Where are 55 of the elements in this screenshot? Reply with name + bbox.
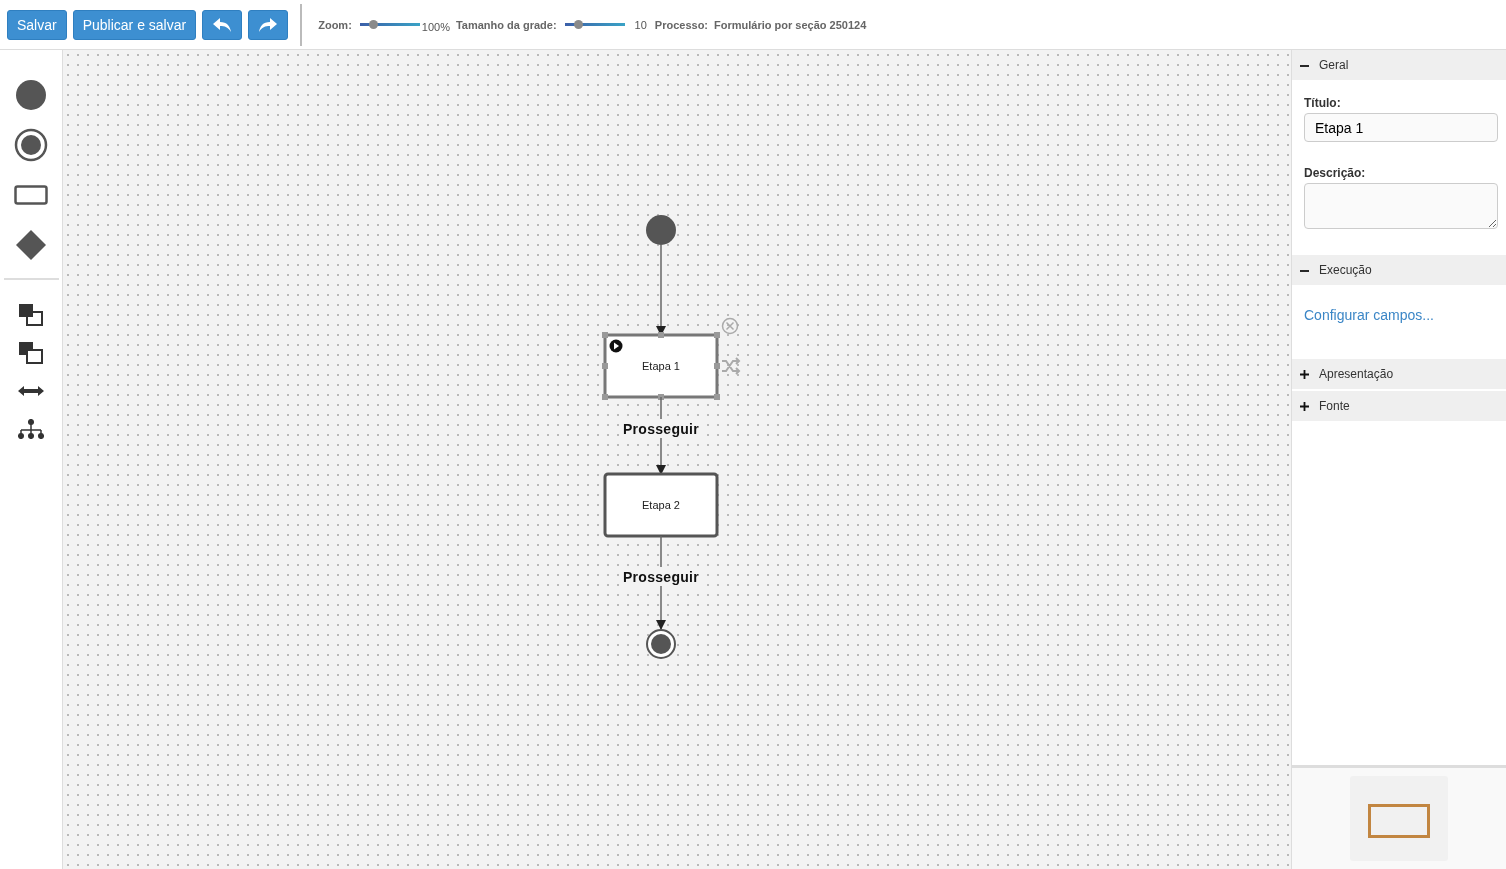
diamond-icon[interactable] [16,230,46,260]
end-event-icon[interactable] [14,128,48,162]
task-label: Etapa 2 [642,499,680,511]
task-label: Etapa 1 [642,360,680,372]
configure-fields-link[interactable]: Configurar campos... [1304,307,1434,323]
resize-handle[interactable] [714,394,720,400]
field-label: Título: [1304,96,1342,110]
start-event[interactable] [646,215,676,245]
title-field[interactable]: Etapa 1 [1304,113,1498,142]
bring-to-front-icon[interactable] [18,303,44,327]
description-field[interactable] [1304,183,1498,229]
section-header[interactable]: Apresentação [1292,359,1506,391]
section-header[interactable]: Execução [1292,255,1506,287]
slider[interactable] [359,23,420,26]
field-label: Descrição: [1304,166,1367,180]
resize-handle[interactable] [714,363,720,369]
section-title: Geral [1319,58,1349,72]
process-label: Processo: [654,18,709,31]
undo-button[interactable] [202,9,243,40]
connector-label: Prosseguir [622,421,700,437]
redo-icon [258,16,279,33]
task-node[interactable] [603,472,719,538]
plus-icon [1300,369,1309,379]
horizontal-arrows-icon[interactable] [18,386,44,396]
minimap-viewport[interactable] [1368,804,1430,838]
rectangle-icon[interactable] [14,185,48,205]
diagram-canvas[interactable]: Etapa 1 Prosseguir Etapa 2 Prosseguir [63,50,1291,869]
minimap[interactable] [1350,776,1448,861]
grid-size-value: 10 [634,18,647,31]
section-title: Execução [1319,263,1372,277]
connector-label: Prosseguir [622,569,700,585]
section-header[interactable]: Geral [1292,50,1506,82]
section-title: Apresentação [1319,367,1394,381]
section-header[interactable]: Fonte [1292,391,1506,423]
zoom-label: Zoom: [318,18,352,31]
zoom-value: 100% [421,20,450,33]
send-to-back-icon[interactable] [18,341,44,365]
grid-size-label: Tamanho da grade: [455,18,557,31]
resize-handle[interactable] [714,332,720,338]
slider[interactable] [564,23,625,26]
plus-icon [1300,401,1309,411]
resize-handle[interactable] [658,332,664,338]
redo-button[interactable] [248,9,289,40]
resize-handle[interactable] [602,394,608,400]
resize-handle[interactable] [602,363,608,369]
undo-icon [212,16,233,33]
section-title: Fonte [1319,399,1350,413]
start-event-icon[interactable] [15,79,47,111]
hierarchy-icon[interactable] [18,419,44,439]
task-node[interactable] [603,333,719,399]
resize-handle[interactable] [602,332,608,338]
play-icon[interactable] [609,339,623,353]
resize-handle[interactable] [658,394,664,400]
end-event[interactable] [646,629,676,659]
process-name: Formulário por seção 250124 [714,18,867,31]
